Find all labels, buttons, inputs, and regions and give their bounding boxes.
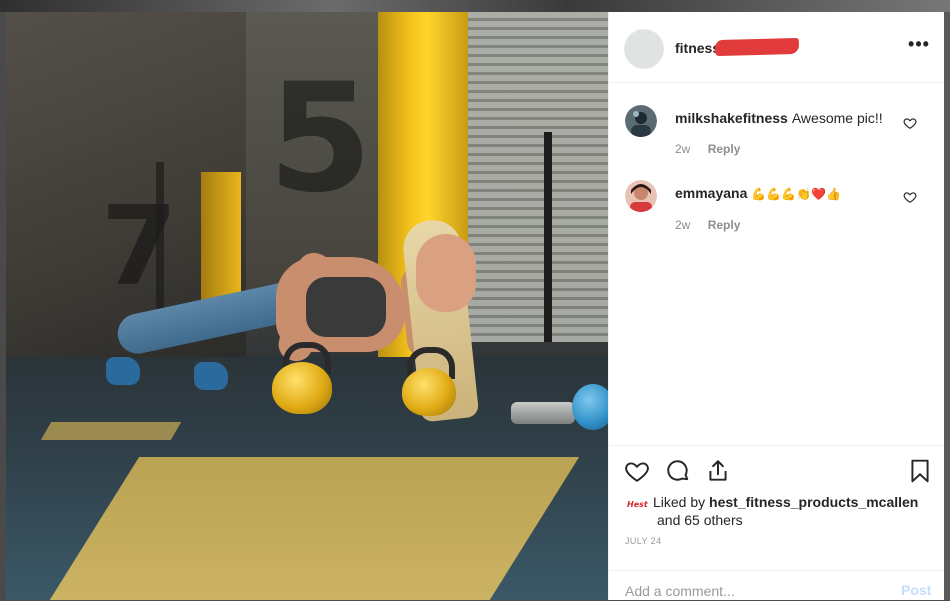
comment-text: emmayana 💪💪💪👏❤️👍 (675, 184, 895, 203)
comment-meta: 2w Reply (675, 142, 740, 156)
comment-text: milkshakefitness Awesome pic!! (675, 109, 895, 127)
athlete-sports-top (306, 277, 386, 337)
likes-line-1: Liked by hest_fitness_products_mcallen (653, 492, 918, 512)
wall-stencil-number-5: 5 (268, 52, 373, 226)
suspension-strap (156, 162, 164, 322)
likes-others-link[interactable]: 65 others (684, 512, 742, 528)
liker-username[interactable]: hest_fitness_products_mcallen (709, 494, 918, 510)
comment-icon[interactable] (665, 458, 691, 484)
comment-age[interactable]: 2w (675, 218, 690, 232)
wall-stencil-number-7: 7 (101, 182, 178, 310)
commenter-avatar[interactable] (625, 105, 657, 137)
liked-by-label: Liked by (653, 494, 706, 510)
post-side-panel: fitness ••• milkshakefitness Awesome pic!… (608, 12, 945, 601)
like-comment-heart-icon[interactable] (903, 190, 917, 204)
heart-icon[interactable] (624, 458, 650, 484)
post-photo[interactable]: 5 7 (6, 12, 608, 600)
comment-age[interactable]: 2w (675, 142, 690, 156)
liker-avatar[interactable]: Hest (627, 495, 649, 509)
comment-meta: 2w Reply (675, 218, 740, 232)
yellow-kettlebell (272, 362, 332, 414)
more-options-icon[interactable]: ••• (907, 34, 931, 58)
comment-body: Awesome pic!! (791, 110, 883, 126)
like-comment-heart-icon[interactable] (903, 116, 917, 130)
reply-button[interactable]: Reply (708, 218, 741, 232)
post-header: fitness ••• (609, 12, 945, 83)
commenter-avatar[interactable] (625, 180, 657, 212)
author-avatar[interactable] (624, 29, 664, 69)
comment-body: 💪💪💪👏❤️👍 (751, 187, 842, 201)
comment-username[interactable]: emmayana (675, 185, 747, 201)
post-comment-button[interactable]: Post (901, 582, 931, 598)
comment-username[interactable]: milkshakefitness (675, 110, 788, 126)
redaction-mark (714, 37, 800, 57)
add-comment-bar: Post (609, 570, 945, 601)
likes-line-2: and 65 others (657, 510, 743, 530)
athlete-shoe (194, 362, 228, 390)
reply-button[interactable]: Reply (708, 142, 741, 156)
blue-kettlebell (572, 384, 608, 430)
yellow-kettlebell (402, 368, 456, 416)
athlete-shoe (106, 357, 140, 385)
post-action-bar (609, 445, 945, 492)
comment-input[interactable] (625, 581, 875, 601)
post-date[interactable]: JULY 24 (625, 536, 662, 546)
bookmark-icon[interactable] (907, 458, 933, 484)
likes-and-label: and (657, 512, 681, 528)
floor-mat-stripe (40, 422, 182, 440)
page-right-edge (944, 12, 950, 600)
photo-window (468, 12, 608, 342)
dumbbell (511, 402, 575, 424)
author-username[interactable]: fitness (675, 40, 720, 56)
athlete-head (416, 234, 476, 312)
share-icon[interactable] (705, 458, 731, 484)
browser-top-strip (0, 0, 950, 12)
suspension-strap (544, 132, 552, 342)
